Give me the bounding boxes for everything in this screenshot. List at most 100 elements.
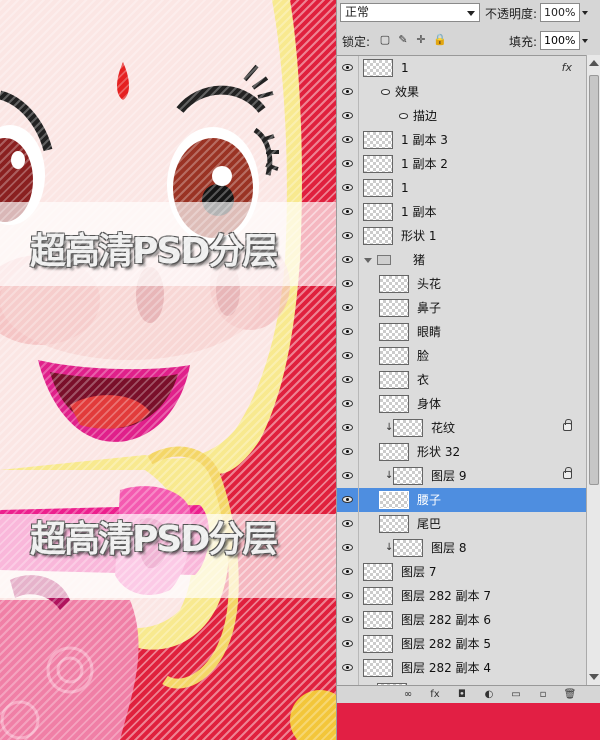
layer-row[interactable]: 形状 1 [337,224,586,249]
layer-thumbnail [379,299,409,317]
layer-row[interactable]: ↓ 图层 9 [337,464,586,489]
visibility-eye-icon[interactable] [337,152,359,176]
new-layer-icon[interactable]: ▫ [536,688,550,701]
layer-name: 1 副本 [401,205,437,219]
visibility-eye-icon[interactable] [337,176,359,200]
layer-thumbnail [363,203,393,221]
layer-row[interactable]: 1 副本 3 [337,128,586,153]
chevron-down-icon [582,11,588,15]
layer-row[interactable]: 头花 [337,272,586,297]
fill-input[interactable]: 100% [540,31,588,50]
effect-eye-icon[interactable] [381,89,391,96]
blend-mode-select[interactable]: 正常 [340,3,480,22]
visibility-eye-icon[interactable] [337,416,359,440]
effect-eye-icon[interactable] [399,113,409,120]
visibility-eye-icon[interactable] [337,488,359,512]
watermark-text-top: 超高清PSD分层 [30,231,278,272]
layer-name: 图层 7 [401,565,437,579]
layer-effect-row[interactable]: 效果 [337,80,586,105]
layer-thumbnail [379,371,409,389]
layer-row[interactable]: 身体 [337,392,586,417]
scroll-down-icon[interactable] [589,674,599,680]
layer-row[interactable]: 脸 [337,344,586,369]
folder-icon[interactable]: ▭ [509,688,523,701]
visibility-eye-icon[interactable] [337,608,359,632]
layer-row[interactable]: 形状 32 [337,440,586,465]
visibility-eye-icon[interactable] [337,128,359,152]
layer-thumbnail [363,179,393,197]
visibility-eye-icon[interactable] [337,296,359,320]
clipping-mask-icon: ↓ [385,470,394,481]
layer-row[interactable]: 鼻子 [337,296,586,321]
lock-pixels-icon[interactable]: ✎ [397,34,409,46]
layer-row[interactable]: 图层 282 副本 5 [337,632,586,657]
visibility-eye-icon[interactable] [337,224,359,248]
layers-panel: 正常 不透明度: 100% 锁定: ▢ ✎ ✛ 🔒 填充: 100% 1 fx 效果… [336,0,600,740]
adjustment-icon[interactable]: ◐ [482,688,496,701]
layer-name: 花纹 [431,421,456,435]
mask-icon[interactable]: ◘ [455,688,469,701]
scroll-up-icon[interactable] [589,60,599,66]
fx-icon[interactable]: fx [428,688,442,701]
visibility-eye-icon[interactable] [337,392,359,416]
lock-label: 锁定: [342,35,371,49]
layer-effect-row[interactable]: 描边 [337,104,586,129]
visibility-eye-icon[interactable] [337,632,359,656]
visibility-eye-icon[interactable] [337,56,359,80]
visibility-eye-icon[interactable] [337,368,359,392]
visibility-eye-icon[interactable] [337,320,359,344]
layer-name: 形状 1 [401,229,437,243]
trash-icon[interactable]: 🗑 [563,688,577,701]
layer-row[interactable]: 图层 7 [337,560,586,585]
lock-all-icon[interactable]: 🔒 [433,34,447,46]
layer-row[interactable]: 衣 [337,368,586,393]
layer-row[interactable]: 1 [337,176,586,201]
layer-name: 1 副本 3 [401,133,448,147]
opacity-input[interactable]: 100% [540,3,588,22]
layer-thumbnail [363,635,393,653]
fx-icon[interactable]: fx [562,56,572,80]
visibility-eye-icon[interactable] [337,536,359,560]
layer-row[interactable]: 眼睛 [337,320,586,345]
layer-thumbnail [363,59,393,77]
visibility-eye-icon[interactable] [337,344,359,368]
layer-thumbnail [363,563,393,581]
layer-row[interactable]: 尾巴 [337,512,586,537]
layer-row[interactable]: 图层 282 副本 7 [337,584,586,609]
layer-list[interactable]: 1 fx 效果 描边 1 副本 3 1 副本 2 1 1 副本 形状 1 猪头花 鼻子 眼睛脸衣身体 ↓… [337,55,586,686]
visibility-eye-icon[interactable] [337,440,359,464]
layer-row[interactable]: ↓ 花纹 [337,416,586,441]
lock-transparency-icon[interactable]: ▢ [379,34,391,46]
layer-name: 效果 [395,85,420,99]
layer-row[interactable]: 腰子 [337,488,586,513]
visibility-eye-icon[interactable] [337,80,359,104]
layer-row[interactable]: 1 fx [337,56,586,81]
layer-name: 1 副本 2 [401,157,448,171]
lock-position-icon[interactable]: ✛ [415,34,427,46]
layer-row[interactable]: 图层 282 副本 6 [337,608,586,633]
layer-list-scrollbar[interactable] [586,55,600,685]
layer-row[interactable]: ↓ 图层 8 [337,536,586,561]
layer-row[interactable]: 图层 282 副本 4 [337,656,586,681]
visibility-eye-icon[interactable] [337,248,359,272]
visibility-eye-icon[interactable] [337,464,359,488]
link-icon[interactable]: ∞ [401,688,415,701]
layer-row[interactable]: 1 副本 2 [337,152,586,177]
layer-thumbnail [379,347,409,365]
visibility-eye-icon[interactable] [337,200,359,224]
visibility-eye-icon[interactable] [337,656,359,680]
scrollbar-thumb[interactable] [589,75,599,485]
expand-triangle-icon[interactable] [364,258,372,263]
layer-thumbnail [363,587,393,605]
visibility-eye-icon[interactable] [337,584,359,608]
watermark-text-bottom: 超高清PSD分层 [30,519,278,560]
visibility-eye-icon[interactable] [337,104,359,128]
visibility-eye-icon[interactable] [337,272,359,296]
visibility-eye-icon[interactable] [337,560,359,584]
artwork-canvas[interactable]: 超高清PSD分层 超高清PSD分层 [0,0,336,740]
layer-thumbnail [379,515,409,533]
layer-row[interactable]: 1 副本 [337,200,586,225]
layer-group-row[interactable]: 猪 [337,248,586,273]
layer-thumbnail [363,227,393,245]
visibility-eye-icon[interactable] [337,512,359,536]
